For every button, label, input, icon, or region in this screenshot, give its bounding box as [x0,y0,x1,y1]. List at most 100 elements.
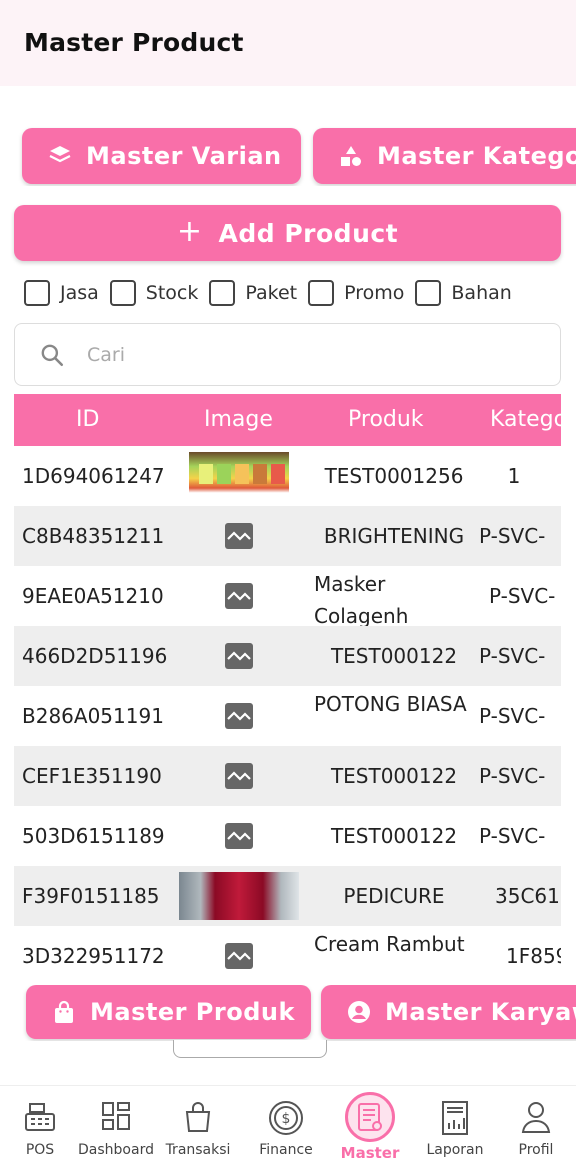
checkbox[interactable] [109,280,136,306]
shapes-icon [341,146,361,166]
table-row[interactable]: 466D2D51196 TEST000122 P-SVC- [14,626,561,686]
checkbox[interactable] [209,280,236,306]
cell-produk: BRIGHTENING [323,524,465,548]
cell-id: B286A051191 [22,704,164,728]
list-scroll-handle[interactable] [173,1040,327,1058]
cell-kategori: P-SVC- [479,824,546,848]
master-varian-button[interactable]: Master Varian [22,128,301,184]
cell-id: 1D694061247 [22,464,165,488]
cell-produk: TEST0001256 [324,464,464,488]
master-produk-button[interactable]: Master Produk [26,985,311,1039]
filter-checkboxes: Jasa Stock Paket Promo Bahan [24,278,523,308]
nav-pos[interactable]: POS [0,1086,80,1171]
cell-id: 466D2D51196 [22,644,168,668]
checkbox[interactable] [308,280,335,306]
cell-image [179,446,299,506]
shopping-bag-icon [55,1000,73,1023]
user-circle-icon [348,1001,370,1023]
filter-stock[interactable]: Stock [109,280,199,306]
product-table: ID Image Produk Kategori 1D694061247 TES… [14,394,561,986]
table-row[interactable]: C8B48351211 BRIGHTENING P-SVC- [14,506,561,566]
filter-bahan[interactable]: Bahan [415,280,512,306]
document-gear-icon [358,1103,382,1131]
cell-id: CEF1E351190 [22,764,162,788]
bag-icon [185,1102,211,1132]
master-karyawan-button[interactable]: Master Karyawan [321,985,576,1039]
placeholder-image-icon [225,523,253,549]
cell-image [179,746,299,806]
coin-icon: $ [269,1101,303,1135]
master-chip-row: Master Varian Master Kategori [0,126,576,186]
cell-produk: TEST000122 [330,644,458,668]
nav-master[interactable]: Master [330,1086,410,1171]
nav-profil[interactable]: Profil [496,1086,576,1171]
master-karyawan-label: Master Karyawan [385,998,576,1026]
placeholder-image-icon [225,763,253,789]
cell-kategori: 35C61 [495,884,560,908]
filter-label: Bahan [451,282,512,304]
add-product-label: Add Product [218,218,399,248]
report-chart-icon [442,1101,468,1135]
layers-icon [49,146,71,163]
app-bar: Master Product [0,0,576,86]
filter-label: Paket [245,282,298,304]
cell-image [179,506,299,566]
filter-paket[interactable]: Paket [209,280,297,306]
svg-text:$: $ [282,1111,291,1127]
add-product-button[interactable]: + Add Product [14,205,561,261]
cell-id: C8B48351211 [22,524,165,548]
cell-kategori: P-SVC- [479,704,546,728]
cell-image [179,926,299,986]
filter-promo[interactable]: Promo [308,280,404,306]
cell-kategori: P-SVC- [479,764,546,788]
search-box [14,323,561,386]
cell-produk: POTONG BIASA [314,692,467,716]
nav-laporan[interactable]: Laporan [415,1086,495,1171]
nav-dashboard[interactable]: Dashboard [76,1086,156,1171]
table-row[interactable]: 503D6151189 TEST000122 P-SVC- [14,806,561,866]
header-kategori[interactable]: Kategori [490,394,561,446]
cell-id: 503D6151189 [22,824,165,848]
header-image[interactable]: Image [204,394,273,446]
product-photo [189,452,289,500]
cell-kategori: P-SVC- [479,644,546,668]
table-row[interactable]: B286A051191 POTONG BIASA P-SVC- [14,686,561,746]
nav-finance[interactable]: $ Finance [246,1086,326,1171]
cell-image [179,566,299,626]
product-photo [179,872,299,920]
cell-kategori: 1F859 [506,944,561,968]
checkbox[interactable] [415,280,442,306]
checkbox[interactable] [24,280,50,306]
nav-transaksi[interactable]: Transaksi [158,1086,238,1171]
dashboard-grid-icon [102,1102,130,1130]
cell-id: F39F0151185 [22,884,160,908]
cell-produk: TEST000122 [330,764,458,788]
cell-kategori: 1 [507,464,521,488]
header-id[interactable]: ID [76,394,99,446]
person-icon [521,1102,551,1133]
table-row[interactable]: F39F0151185 PEDICURE 35C61 [14,866,561,926]
table-row[interactable]: CEF1E351190 TEST000122 P-SVC- [14,746,561,806]
floating-chip-row: Master Produk Master Karyawan [0,985,576,1041]
filter-label: Stock [145,282,199,304]
placeholder-image-icon [225,583,253,609]
filter-jasa[interactable]: Jasa [24,280,99,306]
nav-label: Profil [518,1142,554,1158]
placeholder-image-icon [225,643,253,669]
cell-produk: Cream Rambut [314,932,465,956]
table-row[interactable]: 1D694061247 TEST0001256 1 [14,446,561,506]
table-row[interactable]: 9EAE0A51210 Masker Colagenh P-SVC- [14,566,561,626]
placeholder-image-icon [225,703,253,729]
cell-image [179,686,299,746]
placeholder-image-icon [225,943,253,969]
cell-produk: TEST000122 [330,824,458,848]
table-row[interactable]: 3D322951172 Cream Rambut 1F859 [14,926,561,986]
placeholder-image-icon [225,823,253,849]
search-input[interactable] [87,343,507,366]
header-produk[interactable]: Produk [348,394,424,446]
search-icon [41,344,64,366]
cell-id: 9EAE0A51210 [22,584,164,608]
cell-image [179,806,299,866]
nav-label: Transaksi [165,1142,231,1158]
master-kategori-button[interactable]: Master Kategori [313,128,576,184]
